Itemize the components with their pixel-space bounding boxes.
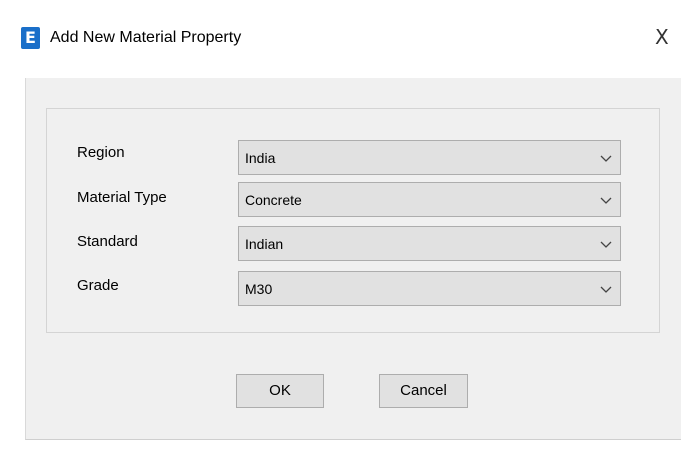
dialog-window: E Add New Material Property X Region Ind… bbox=[0, 0, 681, 464]
app-icon: E bbox=[21, 27, 40, 49]
chevron-down-icon bbox=[600, 197, 612, 204]
dialog-title: Add New Material Property bbox=[50, 29, 242, 46]
title-bar: E Add New Material Property X bbox=[0, 0, 681, 78]
chevron-down-icon bbox=[600, 155, 612, 162]
chevron-down-icon bbox=[600, 241, 612, 248]
dialog-body: Region India Material Type Concrete Stan… bbox=[25, 78, 681, 440]
region-label: Region bbox=[77, 144, 125, 161]
material-type-value: Concrete bbox=[245, 192, 302, 208]
grade-dropdown[interactable]: M30 bbox=[238, 271, 621, 306]
ok-button[interactable]: OK bbox=[236, 374, 324, 408]
chevron-down-icon bbox=[600, 286, 612, 293]
standard-label: Standard bbox=[77, 233, 138, 250]
window-bottom-edge bbox=[0, 440, 681, 464]
material-properties-group: Region India Material Type Concrete Stan… bbox=[46, 108, 660, 333]
standard-dropdown[interactable]: Indian bbox=[238, 226, 621, 261]
standard-value: Indian bbox=[245, 236, 284, 252]
material-type-dropdown[interactable]: Concrete bbox=[238, 182, 621, 217]
region-value: India bbox=[245, 150, 276, 166]
close-button[interactable]: X bbox=[655, 22, 681, 52]
material-type-label: Material Type bbox=[77, 189, 167, 206]
region-dropdown[interactable]: India bbox=[238, 140, 621, 175]
grade-value: M30 bbox=[245, 281, 273, 297]
cancel-button[interactable]: Cancel bbox=[379, 374, 468, 408]
grade-label: Grade bbox=[77, 277, 119, 294]
